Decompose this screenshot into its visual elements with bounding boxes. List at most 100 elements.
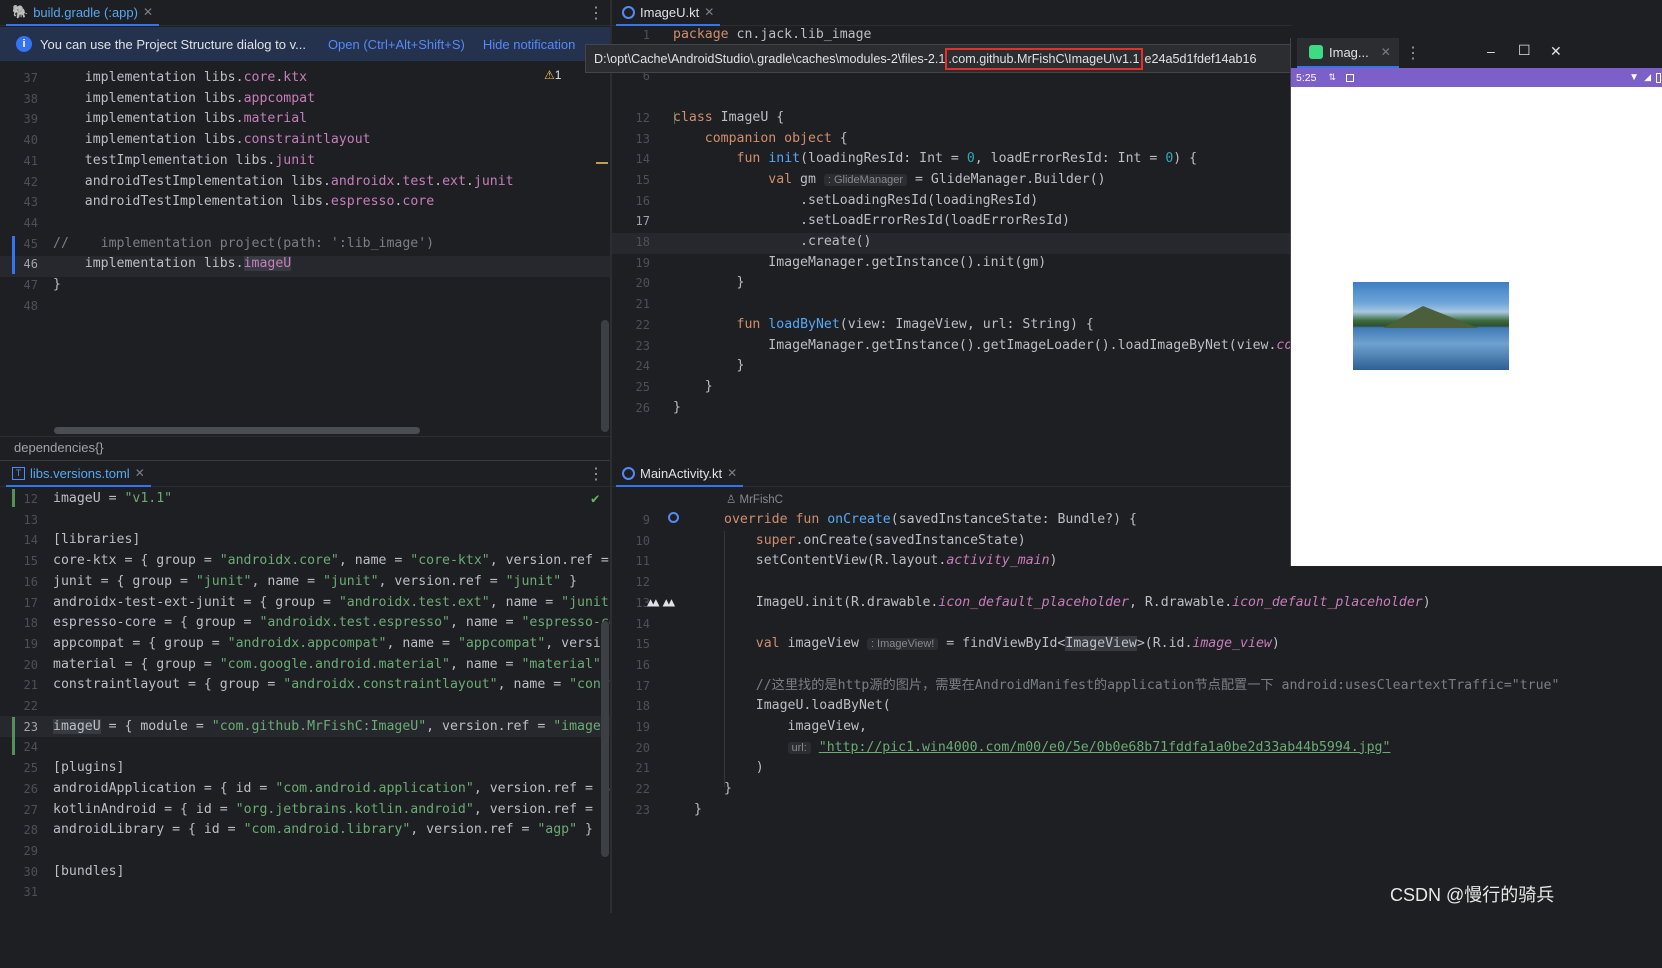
close-tab-icon[interactable]: ✕ xyxy=(143,5,153,19)
line-number: 12 xyxy=(635,110,650,125)
line-number: 28 xyxy=(23,823,38,838)
image-preview-gutter-icon[interactable]: ▲▲ ▲▲ xyxy=(647,595,675,609)
line-number: 23 xyxy=(635,802,650,817)
class-close-brace: } xyxy=(694,802,702,817)
tab-toml-label: libs.versions.toml xyxy=(30,465,130,481)
breadcrumb[interactable]: dependencies{} xyxy=(0,436,610,458)
tab-imageu-label: ImageU.kt xyxy=(640,4,700,20)
breadcrumb-dependencies[interactable]: dependencies{} xyxy=(14,440,104,455)
line-number: 13 xyxy=(635,595,650,610)
kotlin-class-icon xyxy=(622,466,635,480)
more-options-icon[interactable]: ⋮ xyxy=(588,3,604,23)
line-number: 20 xyxy=(635,276,650,291)
line-number: 11 xyxy=(635,554,650,569)
vertical-scrollbar[interactable] xyxy=(601,621,609,857)
line-number: 39 xyxy=(23,112,38,127)
line-number: 48 xyxy=(23,298,38,313)
toml-code: imageU = "v1.1" [libraries] core-ktx = {… xyxy=(53,491,610,879)
param-hint-url: url: xyxy=(787,741,811,754)
line-number: 19 xyxy=(23,636,38,651)
vertical-scrollbar[interactable] xyxy=(601,320,609,432)
line-number: 26 xyxy=(23,781,38,796)
user-icon: ♙ xyxy=(726,494,737,506)
notification-icon xyxy=(1345,73,1354,82)
tab-libs-versions-toml[interactable]: T libs.versions.toml ✕ xyxy=(6,461,151,487)
tab-build-gradle[interactable]: 🐘 build.gradle (:app) ✕ xyxy=(6,0,160,26)
line-number: 17 xyxy=(635,214,650,229)
line-number: 45 xyxy=(23,236,38,251)
line-number: 27 xyxy=(23,802,38,817)
error-stripe-mark xyxy=(596,162,608,164)
imageu-code: package cn.jack.lib_image › import ... c… xyxy=(673,27,1292,415)
warning-indicator[interactable]: ⚠1 xyxy=(544,68,561,82)
line-number: 15 xyxy=(635,637,650,652)
maximize-button[interactable]: ☐ xyxy=(1518,42,1531,59)
line-number: 31 xyxy=(23,885,38,900)
tab-imageu-kt[interactable]: ImageU.kt ✕ xyxy=(616,0,721,26)
line-number: 41 xyxy=(23,153,38,168)
author-inlay[interactable]: ♙ MrFishC xyxy=(726,492,783,506)
line-number: 16 xyxy=(635,193,650,208)
line-number: 10 xyxy=(635,533,650,548)
tab-mainactivity-kt[interactable]: MainActivity.kt ✕ xyxy=(616,461,744,487)
line-number: 46 xyxy=(23,257,38,272)
line-number: 23 xyxy=(23,719,38,734)
line-number: 13 xyxy=(635,131,650,146)
line-number: 23 xyxy=(635,338,650,353)
more-options-icon[interactable]: ⋮ xyxy=(588,464,604,484)
battery-icon xyxy=(1656,72,1661,83)
line-number: 25 xyxy=(635,379,650,394)
info-icon: i xyxy=(16,36,32,52)
line-number: 37 xyxy=(23,71,38,85)
more-options-icon[interactable]: ⋮ xyxy=(1405,43,1421,63)
hide-notification-link[interactable]: Hide notification xyxy=(483,37,576,52)
line-number: 14 xyxy=(635,616,650,631)
gradle-editor-pane: 🐘 build.gradle (:app) ✕ ⋮ i You can use … xyxy=(0,0,610,460)
line-number: 43 xyxy=(23,195,38,210)
toml-editor-pane: T libs.versions.toml ✕ ⋮ 12 13 14 15 16 17 18 1… xyxy=(0,461,610,913)
line-number: 15 xyxy=(635,172,650,187)
override-gutter-icon[interactable] xyxy=(668,512,679,523)
line-number: 22 xyxy=(635,782,650,797)
emulator-window: Imag... ✕ ⋮ – ☐ ✕ 5:25 ⇅ ▼ ◢ xyxy=(1290,38,1662,566)
emulator-titlebar: Imag... ✕ ⋮ – ☐ ✕ xyxy=(1291,38,1662,68)
line-number: 30 xyxy=(23,864,38,879)
kotlin-class-icon xyxy=(622,5,635,19)
gradle-tabbar: 🐘 build.gradle (:app) ✕ ⋮ xyxy=(0,0,610,26)
check-icon: ✔ xyxy=(591,491,600,507)
line-number: 19 xyxy=(635,720,650,734)
line-number: 18 xyxy=(635,699,650,714)
path-tooltip: D:\opt\Cache\AndroidStudio\.gradle\cache… xyxy=(585,44,1292,73)
line-number: 42 xyxy=(23,174,38,189)
line-number: 17 xyxy=(23,595,38,610)
toml-tabbar: T libs.versions.toml ✕ ⋮ xyxy=(0,461,610,487)
open-project-structure-link[interactable]: Open (Ctrl+Alt+Shift+S) xyxy=(328,37,465,52)
minimize-button[interactable]: – xyxy=(1487,43,1495,59)
close-tab-icon[interactable]: ✕ xyxy=(727,466,737,480)
close-tab-icon[interactable]: ✕ xyxy=(135,466,145,480)
type-hint-glidemanager: : GlideManager xyxy=(823,173,908,186)
mountain-shape xyxy=(1383,306,1478,328)
line-number: 13 xyxy=(23,512,38,527)
line-number: 9 xyxy=(642,513,650,527)
line-number: 20 xyxy=(635,740,650,755)
author-name: MrFishC xyxy=(739,494,783,506)
close-tab-icon[interactable]: ✕ xyxy=(704,5,714,19)
line-number: 44 xyxy=(23,215,38,230)
close-tab-icon[interactable]: ✕ xyxy=(1381,45,1391,59)
emulator-tab[interactable]: Imag... ✕ xyxy=(1297,38,1399,68)
toml-file-icon: T xyxy=(12,466,25,480)
horizontal-scrollbar[interactable] xyxy=(54,427,420,434)
line-number: 15 xyxy=(23,554,38,569)
line-number: 21 xyxy=(635,297,650,312)
line-number: 16 xyxy=(23,574,38,589)
line-number: 24 xyxy=(635,359,650,374)
line-number: 16 xyxy=(635,657,650,672)
banner-text: You can use the Project Structure dialog… xyxy=(40,36,306,52)
signal-icon: ◢ xyxy=(1644,72,1651,82)
line-number: 14 xyxy=(635,152,650,167)
close-window-button[interactable]: ✕ xyxy=(1550,43,1562,60)
line-number: 25 xyxy=(23,761,38,776)
network-activity-icon: ⇅ xyxy=(1328,72,1336,82)
line-number: 14 xyxy=(23,533,38,548)
